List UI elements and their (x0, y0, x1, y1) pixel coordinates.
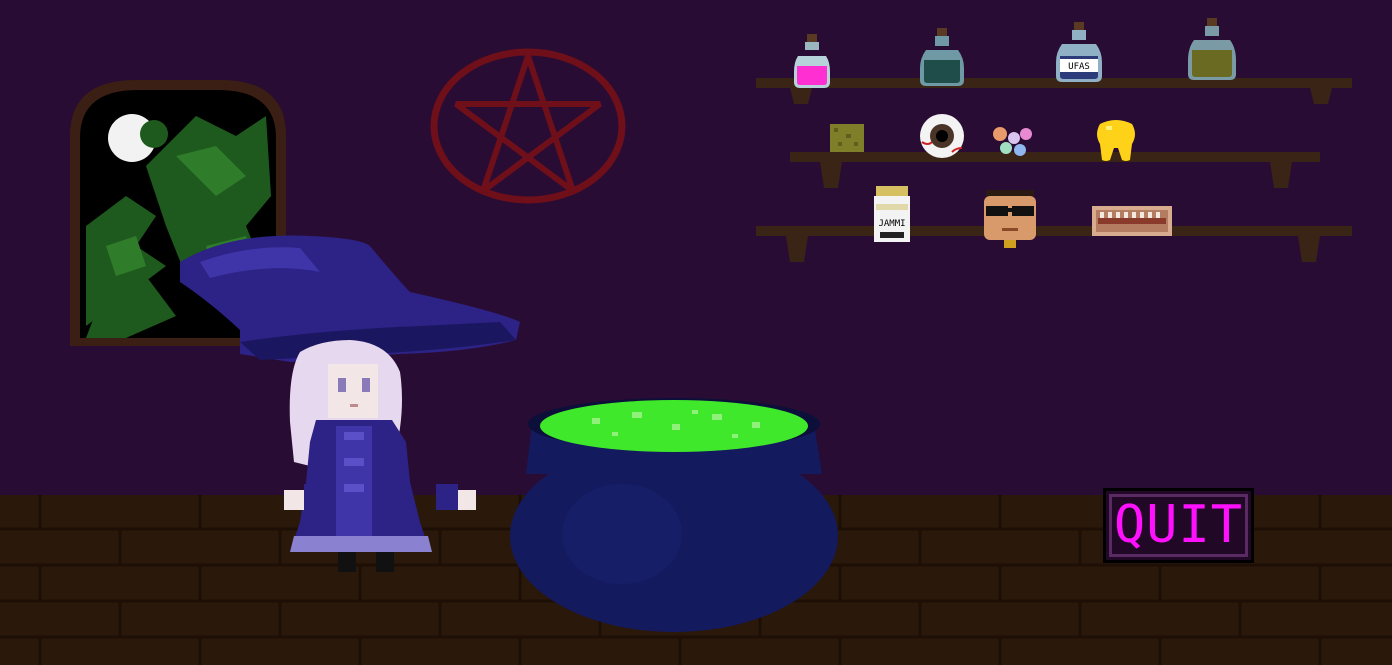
shelf-bottom (756, 226, 1352, 236)
golden-tooth-icon[interactable] (1094, 118, 1138, 164)
sponge-block-icon[interactable] (828, 122, 866, 154)
jammi-jar-icon[interactable]: JAMMI (870, 186, 914, 244)
quit-button[interactable]: QUIT (1103, 488, 1254, 563)
witch-left-hand (284, 490, 304, 510)
jar-label: UFAS (1068, 62, 1090, 72)
labeled-jar-icon[interactable]: UFAS (1054, 22, 1104, 84)
eyeball-icon[interactable] (918, 112, 966, 160)
pentagram-icon (430, 48, 626, 204)
potion-shelves (756, 78, 1352, 262)
olive-potion-icon[interactable] (1186, 18, 1238, 82)
cauldron[interactable] (502, 384, 842, 634)
sunglasses-head-icon[interactable] (980, 188, 1040, 250)
witch-face (328, 364, 378, 418)
shelf-middle (790, 152, 1320, 162)
teal-potion-icon[interactable] (918, 28, 966, 88)
pink-potion-icon[interactable] (790, 34, 834, 90)
witch-character[interactable] (170, 222, 530, 582)
game-scene: UFAS JAMMI QUIT (0, 0, 1392, 665)
candy-pile-icon[interactable] (990, 124, 1036, 160)
jammi-label: JAMMI (878, 219, 905, 229)
jaw-bone-icon[interactable] (1090, 204, 1174, 238)
witch-right-hand (456, 490, 476, 510)
